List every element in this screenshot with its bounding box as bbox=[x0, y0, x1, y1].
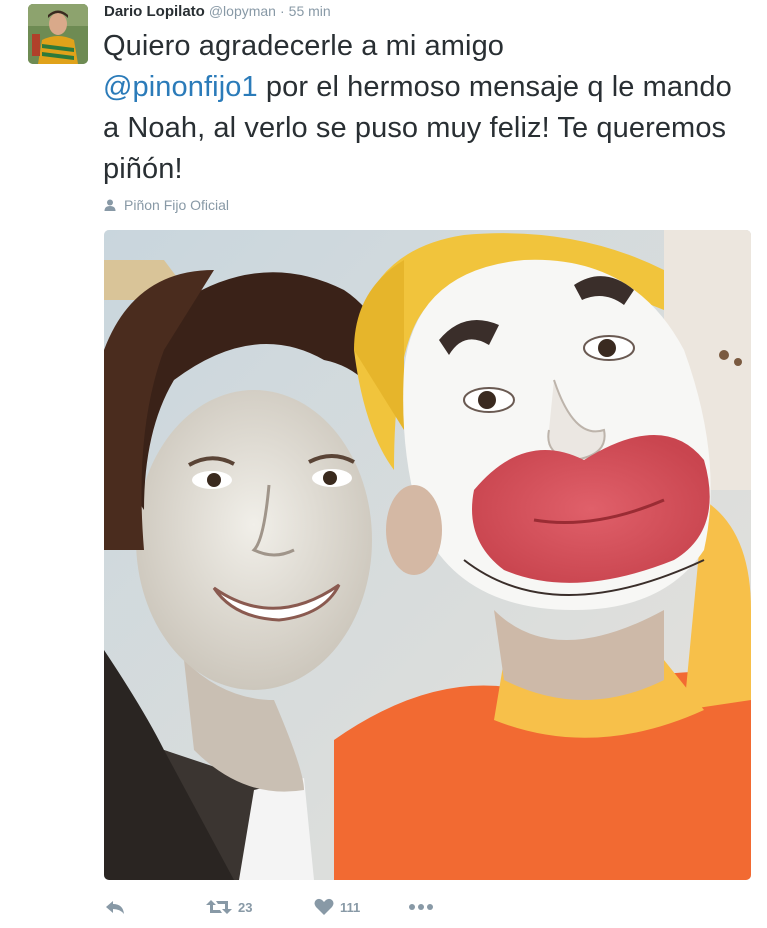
more-button[interactable] bbox=[408, 903, 434, 911]
reply-icon bbox=[106, 901, 124, 914]
like-button[interactable]: 111 bbox=[314, 898, 408, 916]
header-separator: · bbox=[279, 3, 285, 19]
reply-button[interactable] bbox=[104, 899, 206, 915]
author-full-name[interactable]: Dario Lopilato bbox=[104, 3, 205, 20]
photo-image bbox=[104, 230, 751, 880]
mention-link[interactable]: @pinonfijo1 bbox=[103, 71, 258, 103]
tweet-timestamp[interactable]: 55 min bbox=[289, 3, 331, 19]
tweet-photo[interactable] bbox=[104, 230, 751, 880]
author-avatar[interactable] bbox=[28, 4, 88, 64]
avatar-image bbox=[28, 4, 88, 64]
tweet-text: Quiero agradecerle a mi amigo @pinonfijo1… bbox=[103, 26, 753, 190]
retweet-button[interactable]: 23 bbox=[206, 899, 314, 915]
retweet-icon bbox=[206, 900, 232, 914]
like-count: 111 bbox=[340, 899, 361, 915]
retweet-count: 23 bbox=[238, 899, 253, 915]
tagged-user-name[interactable]: Piñon Fijo Oficial bbox=[124, 197, 229, 213]
more-dots-icon bbox=[409, 904, 433, 910]
tagged-user: Piñon Fijo Oficial bbox=[103, 196, 229, 214]
author-screen-name[interactable]: @lopyman bbox=[209, 3, 276, 19]
tweet: Dario Lopilato @lopyman · 55 min Quiero … bbox=[0, 0, 767, 928]
heart-icon bbox=[314, 898, 334, 915]
tweet-header: Dario Lopilato @lopyman · 55 min bbox=[104, 3, 331, 23]
person-icon bbox=[103, 198, 117, 212]
tweet-actions: 23 111 bbox=[104, 894, 434, 920]
tweet-text-line1: Quiero agradecerle a mi amigo bbox=[103, 30, 505, 62]
